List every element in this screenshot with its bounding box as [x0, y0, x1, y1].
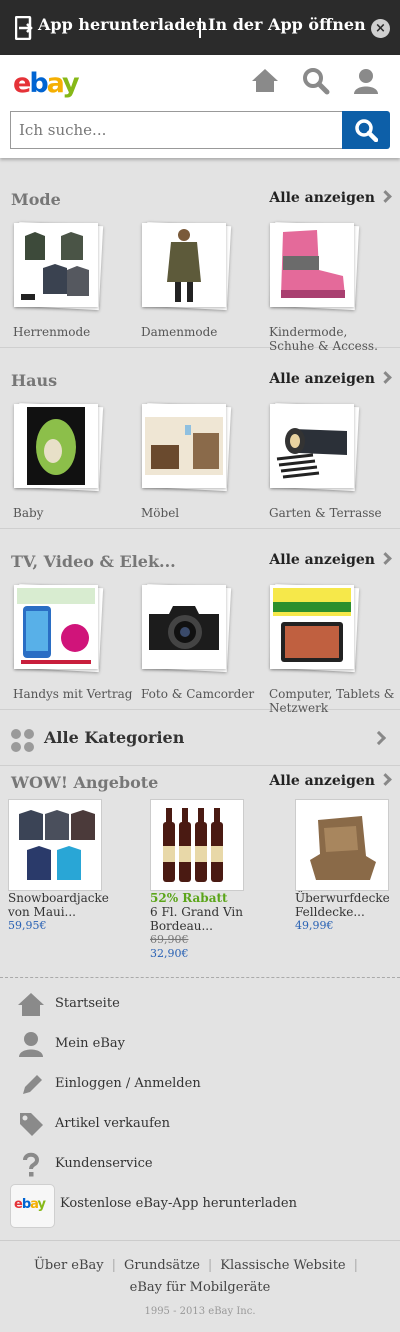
chevron-right-icon	[371, 730, 387, 746]
nav-mein-ebay[interactable]: Mein eBay	[0, 1024, 400, 1064]
footer-links: Über eBay | Grundsätze | Klassische Website |…	[0, 1240, 400, 1299]
deal-item[interactable]: 52% Rabatt 6 Fl. Grand Vin Bordeau... 69…	[150, 799, 250, 961]
open-in-app-link[interactable]: In der App öffnen	[208, 15, 366, 34]
copyright: 1995 - 2013 eBay Inc.	[144, 1306, 256, 1317]
section-title: Mode	[11, 190, 61, 209]
tag-icon	[20, 1113, 43, 1136]
tablet-offer-image	[273, 588, 351, 666]
category-tile-foto[interactable]: Foto & Camcorder	[140, 583, 266, 701]
deal-price: 59,95€	[8, 919, 47, 932]
show-all-link[interactable]: Alle anzeigen	[269, 552, 392, 568]
deal-title: Snowboardjacke von Maui...	[8, 891, 109, 919]
belly-cast-image	[17, 407, 95, 485]
search-field	[10, 111, 343, 149]
search-input[interactable]	[11, 112, 342, 148]
chevron-right-icon	[379, 371, 392, 384]
banner-divider	[199, 18, 201, 38]
wine-bottles-image	[150, 799, 244, 891]
home-icon	[18, 993, 44, 1016]
section-title: Haus	[11, 371, 58, 390]
deal-price: 32,90€	[150, 947, 189, 960]
show-all-link[interactable]: Alle anzeigen	[269, 773, 392, 789]
tile-label: Möbel	[141, 506, 180, 520]
tile-label: Damenmode	[141, 325, 218, 339]
nav-label: Startseite	[55, 996, 120, 1011]
category-tile-baby[interactable]: Baby	[12, 402, 138, 520]
smartphone-offer-image	[17, 588, 95, 666]
chevron-right-icon	[379, 552, 392, 565]
close-banner-button[interactable]: ×	[371, 19, 390, 38]
deal-item[interactable]: Snowboardjacke von Maui... 59,95€	[8, 799, 109, 933]
nav-label: Kostenlose eBay-App herunterladen	[60, 1196, 297, 1211]
nav-einloggen[interactable]: Einloggen / Anmelden	[0, 1064, 400, 1104]
tile-label: Herrenmode	[13, 325, 91, 339]
pink-boot-image	[273, 226, 351, 304]
category-tile-kindermode[interactable]: Kindermode, Schuhe & Access.	[268, 221, 394, 353]
section-tv-video: TV, Video & Elek... Alle anzeigen Handys…	[0, 530, 400, 715]
chevron-right-icon	[379, 773, 392, 786]
deal-price: 49,99€	[295, 919, 334, 932]
tile-label: Foto & Camcorder	[141, 687, 255, 701]
deal-old-price: 69,90€	[150, 933, 189, 946]
category-tile-herrenmode[interactable]: Herrenmode	[12, 221, 138, 339]
show-all-link[interactable]: Alle anzeigen	[269, 371, 392, 387]
wow-deals-section: WOW! Angebote Alle anzeigen Snowboardjac…	[0, 766, 400, 978]
tile-label: Handys mit Vertrag	[13, 687, 133, 701]
site-header: ebay	[0, 55, 400, 158]
all-categories-row[interactable]: Alle Kategorien	[0, 710, 400, 766]
download-app-link[interactable]: App herunterladen	[38, 15, 207, 34]
search-icon[interactable]	[302, 67, 330, 95]
canon-camera-image	[145, 588, 223, 666]
footer-link-ueber-ebay[interactable]: Über eBay	[34, 1258, 104, 1273]
nav-label: Kundenservice	[55, 1156, 153, 1171]
section-title: TV, Video & Elek...	[11, 552, 176, 571]
all-categories-label: Alle Kategorien	[44, 728, 185, 747]
footer-link-klassische-website[interactable]: Klassische Website	[220, 1258, 345, 1273]
nav-artikel-verkaufen[interactable]: Artikel verkaufen	[0, 1104, 400, 1144]
tile-label: Baby	[13, 506, 44, 520]
question-icon	[23, 1152, 40, 1177]
categories-grid-icon	[11, 729, 35, 753]
furniture-room-image	[145, 407, 223, 485]
nav-label: Mein eBay	[55, 1036, 126, 1051]
app-banner: App herunterladen In der App öffnen ×	[0, 0, 400, 55]
show-all-link[interactable]: Alle anzeigen	[269, 190, 392, 206]
deal-title: 6 Fl. Grand Vin Bordeau...	[150, 905, 243, 933]
deal-discount: 52% Rabatt	[150, 891, 228, 905]
ebay-logo[interactable]: ebay	[13, 68, 80, 99]
category-tile-moebel[interactable]: Möbel	[140, 402, 266, 520]
section-haus: Haus Alle anzeigen Baby Möbel Garten & T…	[0, 349, 400, 529]
section-mode: Mode Alle anzeigen Herrenmode Damenmode …	[0, 168, 400, 353]
footer-link-grundsaetze[interactable]: Grundsätze	[124, 1258, 200, 1273]
nav-app-download[interactable]: Kostenlose eBay-App herunterladen	[0, 1184, 400, 1224]
nav-kundenservice[interactable]: Kundenservice	[0, 1144, 400, 1184]
jackets-image	[17, 226, 95, 304]
chevron-right-icon	[379, 190, 392, 203]
search-button[interactable]	[342, 111, 390, 149]
garden-roll-image	[273, 407, 351, 485]
category-tile-damenmode[interactable]: Damenmode	[140, 221, 266, 339]
category-tile-handys[interactable]: Handys mit Vertrag	[12, 583, 138, 701]
footer-link-mobilgeraete[interactable]: eBay für Mobilgeräte	[130, 1280, 271, 1295]
user-icon	[19, 1032, 43, 1057]
tile-label: Garten & Terrasse	[269, 506, 382, 520]
section-title: WOW! Angebote	[11, 773, 159, 792]
nav-label: Artikel verkaufen	[55, 1116, 170, 1131]
account-icon[interactable]	[352, 67, 380, 95]
pencil-icon	[23, 1075, 42, 1094]
search-button-icon	[355, 119, 378, 142]
nav-label: Einloggen / Anmelden	[55, 1076, 201, 1091]
category-tile-garten[interactable]: Garten & Terrasse	[268, 402, 394, 520]
fur-blanket-image	[295, 799, 389, 891]
nav-startseite[interactable]: Startseite	[0, 984, 400, 1024]
home-icon[interactable]	[251, 67, 279, 95]
deal-item[interactable]: Überwurfdecke Felldecke... 49,99€	[295, 799, 395, 933]
category-tile-computer[interactable]: Computer, Tablets & Netzwerk	[268, 583, 395, 715]
snowboard-jacket-image	[8, 799, 102, 891]
parka-woman-image	[145, 226, 223, 304]
download-app-icon[interactable]	[15, 16, 35, 40]
deal-title: Überwurfdecke Felldecke...	[295, 891, 390, 919]
